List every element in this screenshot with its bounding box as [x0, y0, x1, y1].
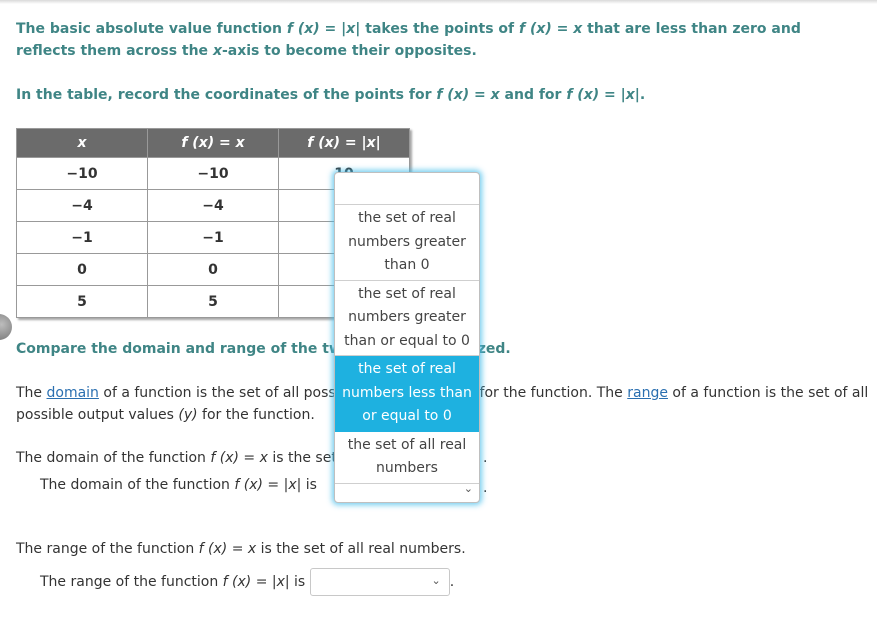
domain-line1-a: The domain of the function [16, 450, 211, 466]
range-select[interactable]: ⌄ [309, 568, 450, 596]
dropdown-option-greater-than-zero[interactable]: the set of real numbers greater than 0 [335, 205, 479, 281]
instr-text-a: In the table, record the coordinates of … [16, 87, 437, 103]
range-identity-line: The range of the function f (x) = x is t… [16, 541, 466, 557]
range-line1-a: The range of the function [16, 541, 199, 557]
range-period: . [449, 574, 455, 590]
dropdown-option-greater-or-equal-zero[interactable]: the set of real numbers greater than or … [335, 281, 479, 356]
range-line1-function: f (x) = x [198, 541, 257, 557]
header-abs: f (x) = |x| [278, 128, 410, 158]
range-line2-a: The range of the function [40, 574, 223, 590]
domain-link[interactable]: domain [47, 385, 99, 401]
instr-abs-function: f (x) = |x| [566, 87, 640, 103]
domain-select-period: . [483, 480, 488, 496]
intro-identity-function: f (x) = x [519, 21, 583, 37]
intro-text-b: takes the points of [360, 21, 519, 37]
cell-identity: −10 [147, 157, 279, 190]
range-line2-b: is [289, 574, 306, 590]
instr-identity-function: f (x) = x [436, 87, 500, 103]
hint-bubble-icon[interactable] [0, 314, 12, 340]
domain-select-dropdown[interactable]: the set of real numbers greater than 0 t… [334, 172, 480, 503]
defs-text-d: for the function. [197, 407, 315, 423]
header-x: x [16, 128, 148, 158]
cell-identity: −4 [147, 189, 279, 222]
domain-abs-line: The domain of the function f (x) = |x| i… [40, 477, 317, 493]
domain-line2-function: f (x) = |x| [234, 477, 302, 493]
cell-x: 5 [16, 285, 148, 318]
range-line2-function: f (x) = |x| [222, 574, 290, 590]
range-abs-line: The range of the function f (x) = |x| is… [40, 568, 454, 596]
header-identity: f (x) = x [147, 128, 279, 158]
intro-text: The basic absolute value function f (x) … [16, 18, 856, 62]
instr-text-b: and for [499, 87, 567, 103]
chevron-down-icon: ⌄ [463, 482, 473, 495]
dropdown-option-less-or-equal-zero[interactable]: the set of real numbers less than or equ… [335, 356, 479, 432]
defs-y-var: (y) [178, 407, 198, 423]
range-link[interactable]: range [627, 385, 668, 401]
range-line1-b: is the set of all real numbers. [256, 541, 466, 557]
instr-text-c: . [639, 87, 646, 103]
dropdown-option-all-real[interactable]: the set of all real numbers [335, 432, 479, 484]
cell-x: −10 [16, 157, 148, 190]
domain-line2-a: The domain of the function [40, 477, 235, 493]
top-shadow-bar [0, 0, 877, 4]
intro-text-d: -axis to become their opposites. [221, 43, 477, 59]
domain-line1-function: f (x) = x [210, 450, 268, 466]
cell-identity: −1 [147, 221, 279, 254]
defs-text-a: The [16, 385, 47, 401]
cell-x: 0 [16, 253, 148, 286]
cell-x: −1 [16, 221, 148, 254]
domain-line2-b: is [301, 477, 317, 493]
domain-select-field[interactable]: ⌄ [335, 480, 479, 502]
table-header-row: x f (x) = x f (x) = |x| [16, 128, 410, 158]
domain-line1-period: . [483, 450, 488, 466]
dropdown-option-blank[interactable] [335, 173, 479, 205]
chevron-down-icon: ⌄ [431, 574, 441, 587]
instruction-text: In the table, record the coordinates of … [16, 84, 645, 106]
cell-identity: 0 [147, 253, 279, 286]
cell-x: −4 [16, 189, 148, 222]
intro-text-a: The basic absolute value function [16, 21, 287, 37]
intro-x-var: x [212, 43, 222, 59]
intro-abs-function: f (x) = |x| [286, 21, 361, 37]
cell-identity: 5 [147, 285, 279, 318]
